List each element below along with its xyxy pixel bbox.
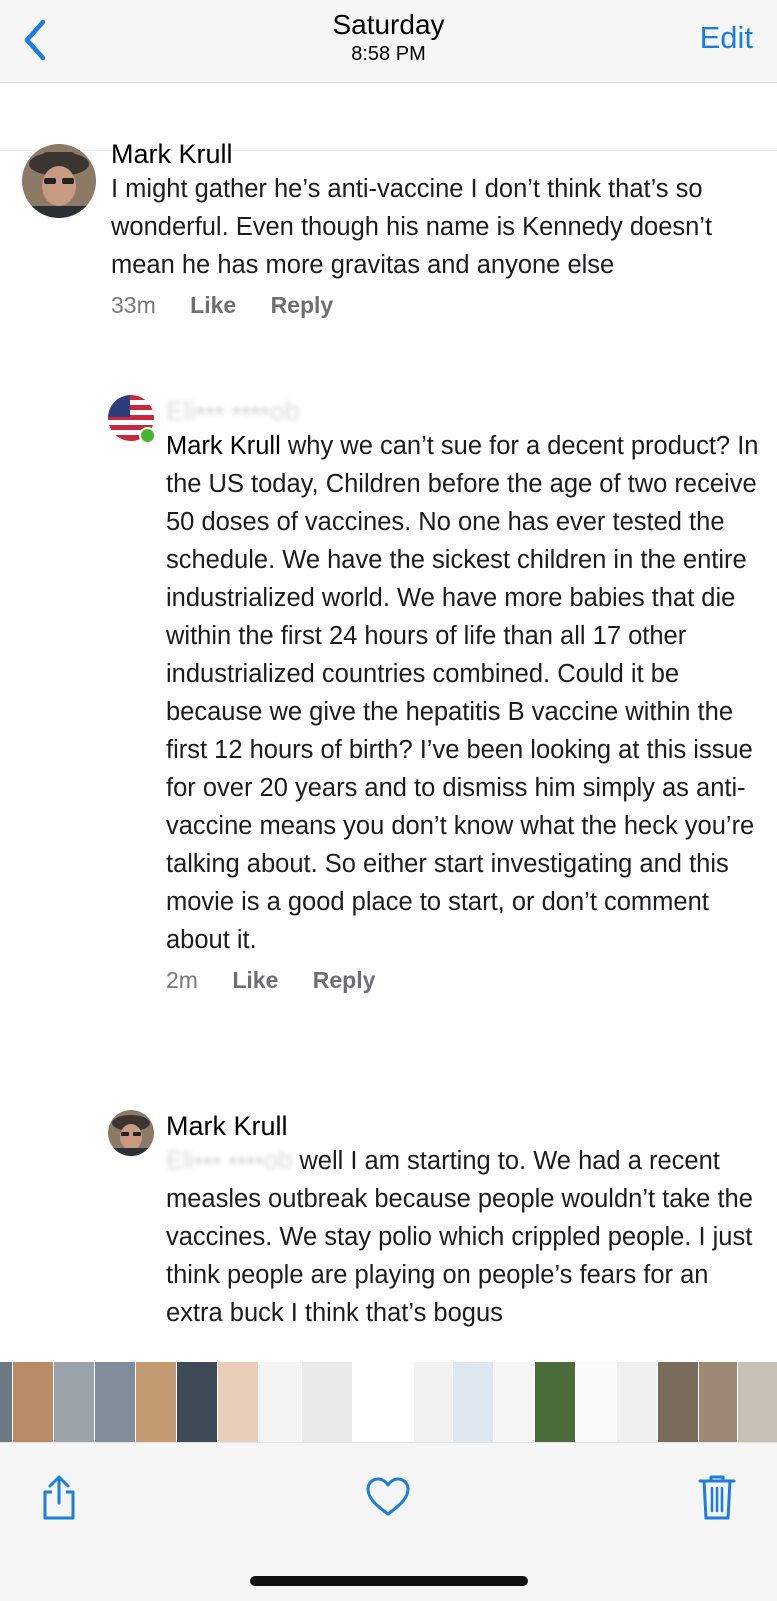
online-indicator — [139, 427, 156, 444]
photo-thumbnail[interactable] — [494, 1362, 535, 1442]
photo-thumbnail[interactable] — [218, 1362, 259, 1442]
mention-link[interactable]: Eli••• ••••ob — [166, 1147, 292, 1175]
edit-button[interactable]: Edit — [700, 20, 753, 56]
photo-thumbnail[interactable] — [617, 1362, 658, 1442]
photo-thumbnail[interactable] — [535, 1362, 576, 1442]
favorite-button[interactable] — [363, 1469, 413, 1525]
nav-bar: Saturday 8:58 PM Edit — [0, 0, 777, 83]
photo-thumbnail[interactable] — [353, 1362, 414, 1442]
photo-thumbnail[interactable] — [302, 1362, 353, 1442]
comment-text-body: why we can’t sue for a decent product? I… — [166, 432, 759, 954]
comment-author[interactable]: Mark Krull — [166, 1110, 766, 1142]
mention-link[interactable]: Mark Krull — [166, 432, 281, 460]
photo-thumbnail[interactable] — [13, 1362, 54, 1442]
title-group: Saturday 8:58 PM — [0, 8, 777, 66]
photo-thumbnail[interactable] — [658, 1362, 699, 1442]
reply-button[interactable]: Reply — [313, 967, 376, 993]
photo-thumbnail[interactable] — [576, 1362, 617, 1442]
screenshot-content[interactable]: Mark Krull I might gather he’s anti-vacc… — [0, 82, 777, 1362]
comment-text: Eli••• ••••ob well I am starting to. We … — [166, 1142, 766, 1332]
photo-thumbnail[interactable] — [95, 1362, 136, 1442]
comment-time: 33m — [111, 292, 156, 318]
like-button[interactable]: Like — [190, 292, 236, 318]
photo-thumbnail[interactable] — [414, 1362, 453, 1442]
avatar[interactable] — [108, 1110, 154, 1156]
photo-strip[interactable] — [0, 1362, 777, 1442]
share-icon — [43, 1475, 75, 1520]
heart-icon — [366, 1477, 410, 1516]
comment-author[interactable]: Eli••• ••••ob — [166, 395, 766, 427]
delete-button[interactable] — [692, 1469, 742, 1525]
photo-thumbnail[interactable] — [453, 1362, 494, 1442]
photo-thumbnail[interactable] — [0, 1362, 13, 1442]
trash-icon — [698, 1475, 736, 1520]
comment-meta: 2m Like Reply — [166, 965, 766, 995]
home-indicator[interactable] — [250, 1576, 528, 1586]
avatar[interactable] — [22, 144, 96, 218]
share-button[interactable] — [34, 1469, 84, 1525]
comment-text: I might gather he’s anti-vaccine I don’t… — [111, 175, 713, 279]
avatar-photo — [22, 144, 96, 218]
comment-text: Mark Krull why we can’t sue for a decent… — [166, 427, 766, 959]
page-title: Saturday — [332, 9, 445, 40]
reply-button[interactable]: Reply — [271, 292, 334, 318]
avatar-photo — [108, 1110, 154, 1156]
comment-author[interactable]: Mark Krull — [111, 138, 751, 170]
like-button[interactable]: Like — [232, 967, 278, 993]
photo-thumbnail[interactable] — [177, 1362, 218, 1442]
page-subtitle: 8:58 PM — [351, 43, 426, 65]
comment-time: 2m — [166, 967, 198, 993]
photo-thumbnail[interactable] — [136, 1362, 177, 1442]
photo-thumbnail[interactable] — [699, 1362, 738, 1442]
photo-thumbnail[interactable] — [259, 1362, 302, 1442]
photo-thumbnail[interactable] — [738, 1362, 777, 1442]
photo-thumbnail[interactable] — [54, 1362, 95, 1442]
comment-meta: 33m Like Reply — [111, 290, 751, 320]
